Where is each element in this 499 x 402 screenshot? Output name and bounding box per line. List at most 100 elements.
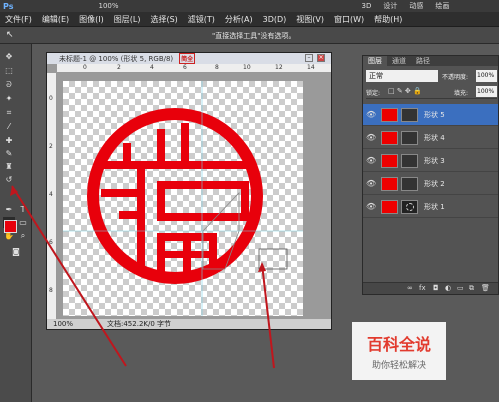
menu-view[interactable]: 视图(V) xyxy=(291,14,329,25)
layers-panel-footer: ∞ fx ◘ ◐ ▭ ⧉ 🗑 xyxy=(363,282,498,294)
layer-row-shape-4[interactable]: 👁 形状 4 xyxy=(363,127,498,149)
document-window: 未标题-1 @ 100% (形状 5, RGB/8) 简全 – × 0 2 4 … xyxy=(46,52,332,330)
healing-brush-tool-icon[interactable]: ✚ xyxy=(3,135,15,146)
eyedropper-tool-icon[interactable]: ⁄ xyxy=(3,121,15,132)
ruler-label: 10 xyxy=(243,64,251,71)
fill-input[interactable]: 100% xyxy=(476,86,497,97)
menu-filter[interactable]: 滤镜(T) xyxy=(183,14,220,25)
toolbox: ✥ ⬚ ᘐ ✦ ⌗ ⁄ ✚ ✎ ♜ ↺ ✒ T ↖ ▭ ✋ ⌕ ◙ xyxy=(0,44,32,402)
menu-window[interactable]: 窗口(W) xyxy=(329,14,369,25)
ruler-label: 0 xyxy=(83,64,87,71)
layer-name: 形状 3 xyxy=(424,156,445,165)
menu-image[interactable]: 图像(I) xyxy=(74,14,109,25)
zoom-tool-icon[interactable]: ⌕ xyxy=(17,230,29,241)
path-anchor-box[interactable] xyxy=(258,248,288,270)
watermark-title: 百科全说 xyxy=(366,335,431,354)
menu-file[interactable]: 文件(F) xyxy=(0,14,37,25)
tab-layers[interactable]: 图层 xyxy=(363,56,387,66)
field-cross xyxy=(157,251,217,258)
link-icon[interactable]: ∞ xyxy=(407,284,413,292)
text-tool-icon[interactable]: T xyxy=(17,204,29,215)
menu-layer[interactable]: 图层(L) xyxy=(109,14,146,25)
lasso-tool-icon[interactable]: ᘐ xyxy=(3,79,15,90)
menu-select[interactable]: 选择(S) xyxy=(145,14,182,25)
stamp-tool-icon[interactable]: ♜ xyxy=(3,161,15,172)
vector-mask-thumbnail xyxy=(401,107,418,122)
adjustment-icon[interactable]: ◐ xyxy=(445,284,451,292)
tab-channels[interactable]: 通道 xyxy=(387,56,411,66)
layer-name: 形状 2 xyxy=(424,179,445,188)
menu-analysis[interactable]: 分析(A) xyxy=(220,14,258,25)
fx-icon[interactable]: fx xyxy=(419,284,426,292)
magic-wand-tool-icon[interactable]: ✦ xyxy=(3,93,15,104)
group-icon[interactable]: ▭ xyxy=(457,284,464,292)
lock-icons[interactable]: □ ✎ ✥ 🔒 xyxy=(388,87,422,95)
menu-bar: 文件(F) 编辑(E) 图像(I) 图层(L) 选择(S) 滤镜(T) 分析(A… xyxy=(0,12,499,27)
layer-thumbnail xyxy=(381,153,398,168)
opacity-input[interactable]: 100% xyxy=(476,70,497,82)
menu-help[interactable]: 帮助(H) xyxy=(369,14,407,25)
blend-row: 正常 不透明度: 100% xyxy=(366,70,497,84)
delete-layer-icon[interactable]: 🗑 xyxy=(481,284,490,292)
visibility-eye-icon[interactable]: 👁 xyxy=(366,179,376,188)
tab-paths[interactable]: 路径 xyxy=(411,56,435,66)
vector-mask-thumbnail xyxy=(401,176,418,191)
right-top-bar xyxy=(157,161,249,169)
layers-panel: 图层 通道 路径 正常 不透明度: 100% 锁定: □ ✎ ✥ 🔒 填充: 1… xyxy=(362,55,499,295)
new-layer-icon[interactable]: ⧉ xyxy=(469,284,474,293)
shape-tool-icon[interactable]: ▭ xyxy=(17,217,29,228)
visibility-eye-icon[interactable]: 👁 xyxy=(366,133,376,142)
ruler-label: 4 xyxy=(150,64,154,71)
right-box-right xyxy=(241,181,249,221)
layer-name: 形状 1 xyxy=(424,202,445,211)
layer-thumbnail xyxy=(381,176,398,191)
layers-panel-tabs: 图层 通道 路径 xyxy=(363,56,498,66)
layer-row-shape-3[interactable]: 👁 形状 3 xyxy=(363,150,498,172)
ruler-label: 6 xyxy=(49,239,53,246)
opacity-label: 不透明度: xyxy=(442,74,469,81)
workspace-design[interactable]: 设计 xyxy=(383,1,397,11)
pen-tool-icon[interactable]: ✒ xyxy=(3,204,15,215)
layer-thumbnail xyxy=(381,130,398,145)
canvas[interactable] xyxy=(63,81,303,316)
minimize-button[interactable]: – xyxy=(305,54,313,62)
workspace-motion[interactable]: 动感 xyxy=(409,1,423,11)
document-stamp: 简全 xyxy=(179,53,196,64)
document-title-bar[interactable]: 未标题-1 @ 100% (形状 5, RGB/8) 简全 – × xyxy=(47,53,331,64)
add-mask-icon[interactable]: ◘ xyxy=(433,284,439,292)
history-brush-tool-icon[interactable]: ↺ xyxy=(3,174,15,185)
foreground-color-swatch[interactable] xyxy=(4,220,17,233)
ruler-label: 6 xyxy=(183,64,187,71)
visibility-eye-icon[interactable]: 👁 xyxy=(366,202,376,211)
workspace-paint[interactable]: 绘画 xyxy=(435,1,449,11)
crop-tool-icon[interactable]: ⌗ xyxy=(3,107,15,118)
radical-side-stroke xyxy=(101,189,137,197)
watermark-badge: 百科全说 助你轻松解决 xyxy=(352,322,446,380)
lock-row: 锁定: □ ✎ ✥ 🔒 填充: 100% xyxy=(366,86,497,99)
brush-tool-icon[interactable]: ✎ xyxy=(3,148,15,159)
marquee-tool-icon[interactable]: ⬚ xyxy=(3,65,15,76)
vector-mask-thumbnail xyxy=(401,153,418,168)
layer-name: 形状 5 xyxy=(424,110,445,119)
menu-3d[interactable]: 3D(D) xyxy=(258,15,292,24)
layer-thumbnail xyxy=(381,107,398,122)
workspace-3d[interactable]: 3D xyxy=(362,2,372,10)
move-tool-icon[interactable]: ✥ xyxy=(3,51,15,62)
close-button[interactable]: × xyxy=(317,54,325,62)
layer-row-shape-1[interactable]: 👁 形状 1 xyxy=(363,196,498,218)
visibility-eye-icon[interactable]: 👁 xyxy=(366,110,376,119)
vertical-ruler: 0 2 4 6 8 xyxy=(47,73,57,319)
status-zoom[interactable]: 100% xyxy=(53,320,77,328)
menu-edit[interactable]: 编辑(E) xyxy=(37,14,74,25)
visibility-eye-icon[interactable]: 👁 xyxy=(366,156,376,165)
right-mid-bar xyxy=(157,181,249,189)
ruler-label: 2 xyxy=(49,143,53,150)
quick-mask-icon[interactable]: ◙ xyxy=(10,246,22,257)
direct-select-icon[interactable]: ↖ xyxy=(6,30,14,40)
radical-cross-stroke xyxy=(101,161,161,169)
layer-row-shape-2[interactable]: 👁 形状 2 xyxy=(363,173,498,195)
right-box-bottom xyxy=(157,213,249,221)
blend-mode-select[interactable]: 正常 xyxy=(366,70,438,82)
zoom-level[interactable]: 100% xyxy=(98,2,118,10)
layer-row-shape-5[interactable]: 👁 形状 5 xyxy=(363,104,498,126)
